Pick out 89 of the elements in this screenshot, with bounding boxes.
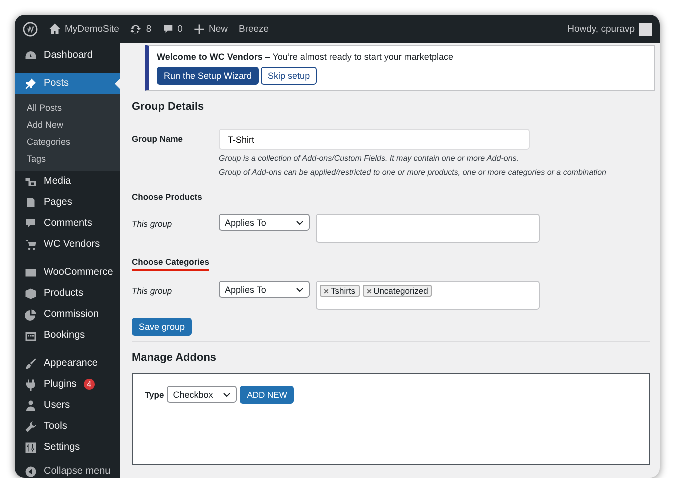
collapse-menu-button[interactable]: Collapse menu	[44, 466, 111, 477]
cart-icon	[25, 238, 37, 250]
plus-icon	[194, 24, 205, 34]
sliders-icon	[25, 442, 37, 454]
menu-label: Comments	[44, 218, 92, 229]
chevron-down-icon	[296, 218, 304, 226]
add-new-button[interactable]: ADD NEW	[240, 386, 294, 404]
submenu-item[interactable]: All Posts	[15, 99, 120, 116]
remove-icon	[324, 288, 329, 294]
calendar-icon	[25, 330, 37, 342]
submenu-item[interactable]: Tags	[15, 150, 120, 167]
greeting-link[interactable]: Howdy, cpuravp	[568, 24, 635, 34]
menu-label: Media	[44, 176, 72, 187]
menu-item[interactable]: Bookings	[15, 325, 120, 346]
subsection-heading: Choose Products	[132, 192, 202, 204]
speech-bubble-icon	[162, 24, 174, 34]
menu-label: Settings	[44, 442, 80, 453]
brush-icon	[25, 358, 37, 370]
menu-label: Posts	[44, 78, 70, 89]
speech-bubble-icon	[25, 218, 37, 230]
updates-count[interactable]: 8	[146, 24, 152, 34]
tag-label: Tshirts	[331, 286, 356, 296]
chevron-down-icon	[296, 286, 304, 294]
menu-label: Commission	[44, 309, 100, 320]
multi-select-field[interactable]	[316, 214, 540, 243]
menu-item[interactable]: Users	[15, 395, 120, 416]
menu-item[interactable]: Comments	[15, 213, 120, 234]
field-label: Group Name	[132, 133, 184, 146]
box-icon	[25, 288, 37, 300]
chevron-down-icon	[223, 390, 232, 398]
help-text: Group is a collection of Add-ons/Custom Fields. It may contain one or more Add-ons.	[219, 153, 520, 164]
submenu-item[interactable]: Categories	[15, 133, 120, 150]
pie-chart-icon	[25, 308, 37, 320]
menu-item[interactable]: Media	[15, 171, 120, 192]
menu-label: Dashboard	[44, 50, 93, 61]
refresh-icon	[130, 23, 142, 35]
menu-item[interactable]: Appearance	[15, 353, 120, 374]
pin-icon	[25, 78, 37, 90]
plug-icon	[25, 378, 37, 390]
menu-item[interactable]: Plugins 4	[15, 374, 120, 395]
menu-label: Pages	[44, 197, 72, 208]
avatar-placeholder	[639, 22, 652, 36]
comments-count[interactable]: 0	[178, 24, 183, 34]
count-badge: 4	[84, 379, 95, 390]
menu-item[interactable]: WooCommerce	[15, 262, 120, 283]
menu-label: Plugins	[44, 379, 77, 390]
notice-text: Welcome to WC Vendors – You’re almost ready to start your marketplace	[157, 52, 454, 62]
gauge-icon	[25, 50, 37, 62]
row-label: This group	[132, 285, 174, 296]
wrench-icon	[25, 420, 37, 432]
menu-item[interactable]: Pages	[15, 192, 120, 213]
submenu-item[interactable]: Add New	[15, 116, 120, 133]
subsection-heading: Choose Categories	[132, 257, 210, 271]
menu-item[interactable]: Posts	[15, 73, 120, 94]
applies-to-dropdown[interactable]: Applies To	[219, 214, 310, 231]
menu-item[interactable]: WC Vendors	[15, 234, 120, 255]
applies-to-dropdown[interactable]: Applies To	[219, 281, 310, 298]
menu-label: Products	[44, 288, 84, 299]
menu-label: WC Vendors	[44, 239, 100, 250]
remove-icon	[366, 288, 372, 294]
person-icon	[25, 400, 37, 412]
site-name-link[interactable]: MyDemoSite	[65, 24, 120, 34]
new-link[interactable]: New	[208, 24, 228, 34]
multi-select-field[interactable]: Tshirts Uncategorized	[316, 281, 540, 310]
tag-label: Uncategorized	[374, 286, 428, 296]
menu-label: Bookings	[44, 330, 86, 341]
menu-item[interactable]: Tools	[15, 416, 120, 437]
menu-label: WooCommerce	[44, 267, 114, 278]
page-icon	[25, 196, 37, 208]
setup-wizard-button[interactable]: Run the Setup Wizard	[157, 67, 260, 85]
help-text: Group of Add-ons can be applied/restricted to one or more products, one or more categories or a combination	[219, 167, 608, 178]
skip-setup-button[interactable]: Skip setup	[261, 67, 318, 85]
type-dropdown[interactable]: Checkbox	[167, 386, 238, 403]
menu-item[interactable]: Products	[15, 283, 120, 304]
section-heading: Group Details	[132, 101, 206, 113]
wordpress-logo-icon	[23, 22, 38, 36]
row-label: This group	[132, 218, 174, 229]
menu-label: Appearance	[44, 358, 98, 369]
type-label: Type	[145, 389, 164, 400]
section-heading: Manage Addons	[132, 352, 218, 364]
menu-item[interactable]: Settings	[15, 437, 120, 458]
menu-item[interactable]: Commission	[15, 304, 120, 325]
menu-label: Users	[44, 400, 70, 411]
menu-label: Tools	[44, 421, 68, 432]
group-name-input[interactable]: T-Shirt	[219, 129, 530, 150]
menu-item[interactable]: Dashboard	[15, 45, 120, 66]
home-icon	[49, 23, 61, 35]
save-group-button[interactable]: Save group	[132, 318, 192, 336]
breeze-link[interactable]: Breeze	[238, 24, 270, 34]
